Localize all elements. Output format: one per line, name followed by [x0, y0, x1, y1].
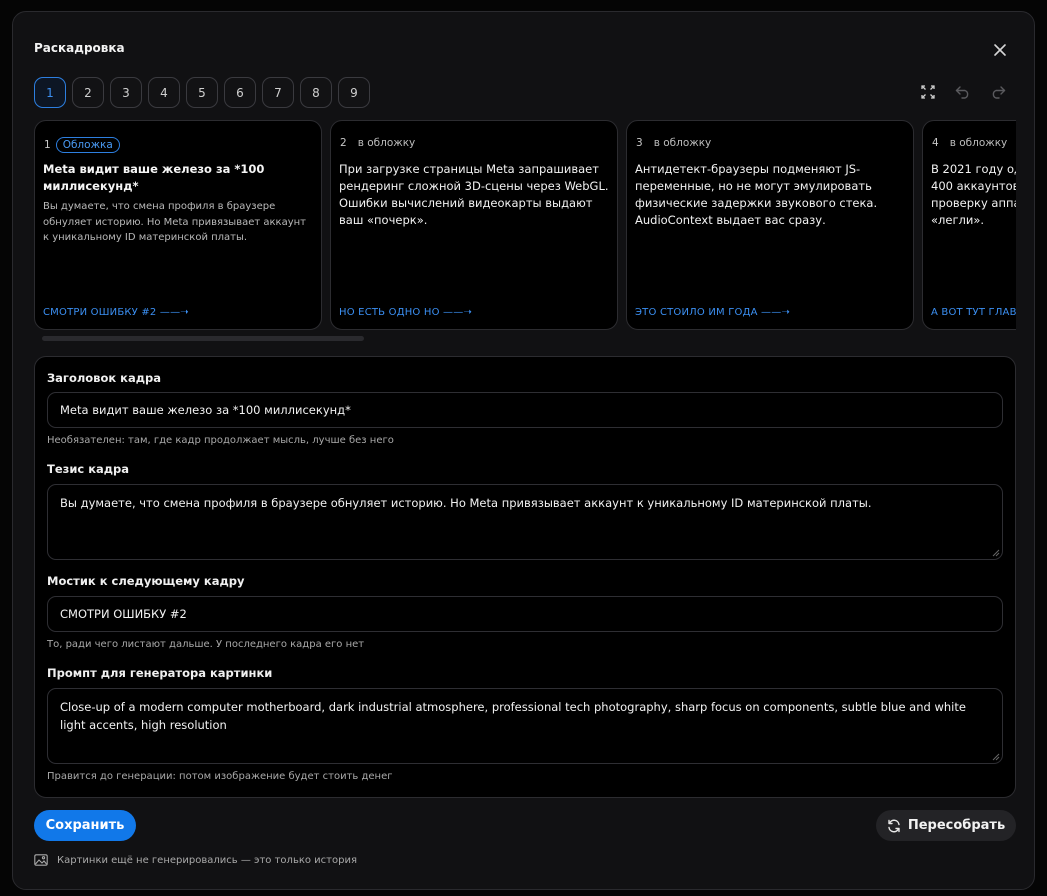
frame-editor: Заголовок кадра Meta видит ваше железо з… — [34, 356, 1016, 798]
storyboard-dialog: Раскадровка 1 2 3 4 5 6 7 8 9 1 Обложка … — [12, 11, 1035, 890]
prompt-text: Close-up of a modern computer motherboar… — [60, 700, 966, 732]
rebuild-label: Пересобрать — [907, 818, 1006, 833]
resize-handle-icon[interactable] — [992, 549, 1000, 557]
card-number: 3 — [636, 137, 643, 149]
thesis-textarea[interactable]: Вы думаете, что смена профиля в браузере… — [47, 484, 1003, 560]
redo-button[interactable] — [989, 83, 1007, 101]
card-thesis: Вы думаете, что смена профиля в браузере… — [43, 201, 306, 243]
bridge-label: Мостик к следующему кадру — [47, 574, 245, 588]
redo-icon — [992, 86, 1006, 99]
page-button-9[interactable]: 9 — [338, 77, 370, 108]
frame-card-2[interactable]: 2 в обложку При загрузке страницы Meta з… — [330, 120, 618, 330]
card-header: 2 в обложку — [340, 137, 415, 149]
cards-scrollbar[interactable] — [34, 336, 1016, 342]
bridge-input[interactable]: СМОТРИ ОШИБКУ #2 — [47, 596, 1003, 632]
save-button[interactable]: Сохранить — [34, 810, 136, 841]
fullscreen-button[interactable] — [919, 83, 937, 101]
card-number: 4 — [932, 137, 939, 149]
frame-card-3[interactable]: 3 в обложку Антидетект-браузеры подменяю… — [626, 120, 914, 330]
refresh-icon — [888, 819, 900, 832]
card-thesis: При загрузке страницы Meta запрашивает р… — [339, 162, 609, 227]
page-button-7[interactable]: 7 — [262, 77, 294, 108]
card-title: Meta видит ваше железо за *100 миллисеку… — [43, 162, 265, 193]
thesis-text: Вы думаете, что смена профиля в браузере… — [60, 496, 872, 510]
card-thesis: В 2021 году одн 400 аккаунтов проверку а… — [931, 162, 1016, 227]
frame-cards-strip: 1 Обложка Meta видит ваше железо за *100… — [34, 120, 1016, 346]
frame-pager: 1 2 3 4 5 6 7 8 9 — [34, 77, 370, 108]
title-label: Заголовок кадра — [47, 371, 161, 385]
toolbar — [919, 83, 1007, 101]
card-header: 3 в обложку — [636, 137, 711, 149]
prompt-textarea[interactable]: Close-up of a modern computer motherboar… — [47, 688, 1003, 764]
card-bridge: ЭТО СТОИЛО ИМ ГОДА ——➝ — [635, 307, 791, 318]
card-header: 4 в обложку — [932, 137, 1007, 149]
card-number: 1 — [44, 139, 51, 151]
page-button-1[interactable]: 1 — [34, 77, 66, 108]
resize-handle-icon[interactable] — [992, 753, 1000, 761]
title-input[interactable]: Meta видит ваше железо за *100 миллисеку… — [47, 392, 1003, 428]
image-icon — [34, 854, 48, 866]
title-hint: Необязателен: там, где кадр продолжает м… — [47, 435, 394, 446]
dialog-title: Раскадровка — [34, 41, 125, 55]
page-button-4[interactable]: 4 — [148, 77, 180, 108]
frame-card-1[interactable]: 1 Обложка Meta видит ваше железо за *100… — [34, 120, 322, 330]
close-button[interactable] — [989, 39, 1011, 61]
make-cover-button[interactable]: в обложку — [358, 137, 416, 149]
page-button-8[interactable]: 8 — [300, 77, 332, 108]
prompt-label: Промпт для генератора картинки — [47, 666, 273, 680]
rebuild-button[interactable]: Пересобрать — [876, 810, 1016, 841]
bridge-hint: То, ради чего листают дальше. У последне… — [47, 639, 365, 650]
generation-status: Картинки ещё не генерировались — это тол… — [34, 854, 357, 866]
prompt-hint: Правится до генерации: потом изображение… — [47, 771, 393, 782]
thesis-label: Тезис кадра — [47, 462, 130, 476]
card-header: 1 Обложка — [44, 137, 120, 153]
card-thesis: Антидетект-браузеры подменяют JS-перемен… — [635, 162, 878, 227]
page-button-6[interactable]: 6 — [224, 77, 256, 108]
card-number: 2 — [340, 137, 347, 149]
scrollbar-thumb[interactable] — [42, 336, 364, 341]
make-cover-button[interactable]: в обложку — [654, 137, 712, 149]
page-button-5[interactable]: 5 — [186, 77, 218, 108]
fullscreen-icon — [921, 85, 935, 99]
frame-card-4[interactable]: 4 в обложку В 2021 году одн 400 аккаунто… — [922, 120, 1016, 330]
close-icon — [994, 44, 1006, 56]
page-button-3[interactable]: 3 — [110, 77, 142, 108]
make-cover-button[interactable]: в обложку — [950, 137, 1008, 149]
card-bridge: НО ЕСТЬ ОДНО НО ——➝ — [339, 307, 473, 318]
generation-status-text: Картинки ещё не генерировались — это тол… — [57, 854, 357, 866]
page-button-2[interactable]: 2 — [72, 77, 104, 108]
undo-button[interactable] — [954, 83, 972, 101]
card-bridge: А ВОТ ТУТ ГЛАВ — [931, 307, 1016, 318]
card-bridge: СМОТРИ ОШИБКУ #2 ——➝ — [43, 307, 189, 318]
undo-icon — [955, 86, 969, 99]
cover-badge[interactable]: Обложка — [55, 137, 120, 153]
